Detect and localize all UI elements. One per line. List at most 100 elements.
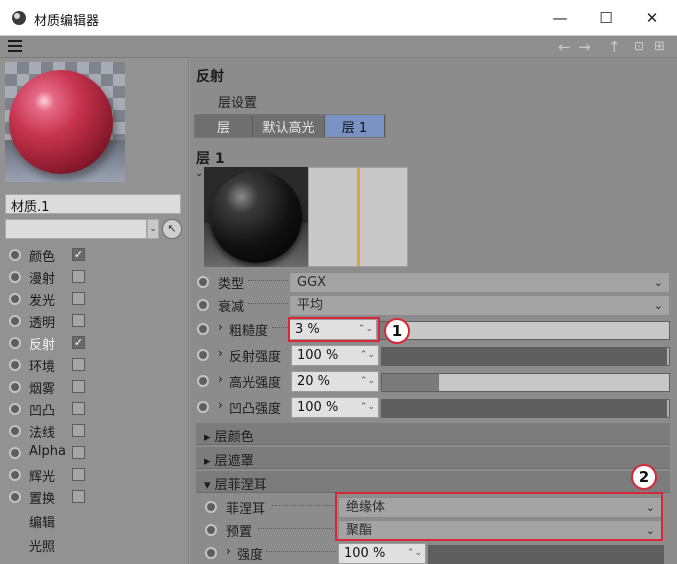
spinner-icon[interactable]: ⌃⌄: [360, 398, 375, 417]
slider-fill: [382, 400, 669, 417]
reflection-strength-input[interactable]: 100 % ⌃⌄: [291, 345, 379, 366]
channel-transparency[interactable]: 透明: [0, 310, 189, 332]
channel-label: 发光: [29, 294, 56, 309]
pick-cursor-icon[interactable]: ↖: [162, 219, 182, 239]
radio-icon[interactable]: [205, 524, 217, 536]
sidebar-item-lighting[interactable]: 光照: [29, 536, 55, 555]
material-name-field[interactable]: 材质.1: [5, 194, 181, 215]
close-button[interactable]: ✕: [629, 0, 675, 36]
bump-strength-input[interactable]: 100 % ⌃⌄: [291, 397, 379, 418]
checkbox-diffuse[interactable]: [72, 270, 85, 283]
checkbox-transparency[interactable]: [72, 314, 85, 327]
radio-icon[interactable]: [197, 375, 209, 387]
channel-fog[interactable]: 烟雾: [0, 376, 189, 398]
channel-label: Alpha: [29, 444, 66, 459]
main-panel: 反射 层设置 层 默认高光 层 1 层 1 ⌄ 类型 GGX ⌄ 衰减 平均 ⌄…: [190, 58, 677, 564]
channel-displacement[interactable]: 置换: [0, 486, 189, 508]
attenuation-dropdown[interactable]: 平均 ⌄: [289, 295, 670, 316]
layer-preview-sphere: [210, 171, 302, 263]
bump-strength-slider[interactable]: [381, 399, 670, 418]
channel-color[interactable]: 颜色 ✓: [0, 244, 189, 266]
group-label: ▾ 层菲涅耳: [204, 478, 267, 493]
chevron-right-icon[interactable]: ›: [218, 320, 223, 334]
hamburger-menu-icon[interactable]: [8, 40, 22, 52]
layer-preview[interactable]: [204, 167, 308, 267]
sidebar-item-edit[interactable]: 编辑: [29, 512, 55, 531]
group-label: ▸ 层颜色: [204, 430, 254, 445]
combo-field[interactable]: [5, 219, 147, 239]
channel-label: 凹凸: [29, 404, 56, 419]
lock-icon[interactable]: ⊡: [634, 39, 644, 53]
material-preview[interactable]: [5, 62, 125, 182]
type-dropdown[interactable]: GGX ⌄: [289, 272, 670, 293]
slider-knob[interactable]: [667, 400, 669, 417]
sidebar: 材质.1 ⌄ ↖ 颜色 ✓ 漫射 发光 透明 反射 ✓ 环境 烟雾 凹凸 法线 …: [0, 58, 189, 564]
up-arrow-icon[interactable]: ↑: [608, 38, 621, 56]
chevron-right-icon[interactable]: ›: [218, 346, 223, 360]
radio-icon[interactable]: [197, 276, 209, 288]
new-window-icon[interactable]: ⊞: [654, 39, 665, 54]
channel-reflectance[interactable]: 反射 ✓: [0, 332, 189, 354]
specular-strength-input[interactable]: 20 % ⌃⌄: [291, 371, 379, 392]
fresnel-strength-slider[interactable]: [428, 545, 664, 564]
radio-icon[interactable]: [205, 547, 217, 559]
channel-alpha[interactable]: Alpha: [0, 442, 189, 464]
radio-icon: [9, 359, 21, 371]
group-layer-color[interactable]: ▸ 层颜色: [196, 423, 670, 445]
checkbox-fog[interactable]: [72, 380, 85, 393]
chevron-down-icon[interactable]: ⌄: [147, 219, 159, 239]
channel-diffuse[interactable]: 漫射: [0, 266, 189, 288]
checkbox-bump[interactable]: [72, 402, 85, 415]
group-layer-fresnel[interactable]: ▾ 层菲涅耳: [196, 471, 670, 493]
spinner-icon[interactable]: ⌃⌄: [360, 372, 375, 391]
radio-icon: [9, 381, 21, 393]
chevron-right-icon[interactable]: ›: [218, 372, 223, 386]
radio-icon: [9, 337, 21, 349]
channel-environment[interactable]: 环境: [0, 354, 189, 376]
fresnel-strength-value: 100 %: [344, 546, 386, 561]
checkbox-alpha[interactable]: [72, 446, 85, 459]
back-arrow-icon[interactable]: ←: [558, 38, 571, 56]
checkbox-luminance[interactable]: [72, 292, 85, 305]
radio-icon[interactable]: [197, 323, 209, 335]
app-icon: [12, 11, 26, 25]
slider-knob[interactable]: [667, 348, 669, 365]
channel-luminance[interactable]: 发光: [0, 288, 189, 310]
checkbox-reflectance[interactable]: ✓: [72, 336, 85, 349]
radio-icon[interactable]: [197, 401, 209, 413]
radio-icon: [9, 271, 21, 283]
channel-label: 反射: [29, 338, 56, 353]
checkbox-environment[interactable]: [72, 358, 85, 371]
minimize-button[interactable]: —: [537, 0, 583, 36]
checkbox-displacement[interactable]: [72, 490, 85, 503]
reflection-strength-slider[interactable]: [381, 347, 670, 366]
spinner-icon[interactable]: ⌃⌄: [407, 544, 422, 563]
callout-badge-1: 1: [384, 318, 410, 344]
spinner-icon[interactable]: ⌃⌄: [360, 346, 375, 365]
radio-icon[interactable]: [197, 299, 209, 311]
radio-icon[interactable]: [197, 349, 209, 361]
channel-bump[interactable]: 凹凸: [0, 398, 189, 420]
forward-arrow-icon[interactable]: →: [578, 38, 591, 56]
chevron-right-icon[interactable]: ›: [226, 544, 231, 558]
group-label: ▸ 层遮罩: [204, 454, 254, 469]
specular-strength-slider[interactable]: [381, 373, 670, 392]
checkbox-glow[interactable]: [72, 468, 85, 481]
maximize-button[interactable]: ☐: [583, 0, 629, 36]
channel-normal[interactable]: 法线: [0, 420, 189, 442]
fresnel-strength-input[interactable]: 100 % ⌃⌄: [338, 543, 426, 564]
checkbox-normal[interactable]: [72, 424, 85, 437]
chevron-right-icon[interactable]: ›: [218, 398, 223, 412]
channel-glow[interactable]: 辉光: [0, 464, 189, 486]
radio-icon[interactable]: [205, 501, 217, 513]
section-title: 反射: [196, 69, 224, 85]
toolbar: ← → ↑ ⊡ ⊞: [0, 36, 677, 58]
tab-default-specular[interactable]: 默认高光: [253, 115, 325, 137]
checkbox-color[interactable]: ✓: [72, 248, 85, 261]
tab-layers[interactable]: 层: [195, 115, 253, 137]
tab-layer-1[interactable]: 层 1: [325, 115, 385, 137]
layer-settings-label: 层设置: [218, 96, 258, 111]
group-layer-mask[interactable]: ▸ 层遮罩: [196, 447, 670, 469]
roughness-slider[interactable]: [379, 321, 670, 340]
chevron-down-icon[interactable]: ⌄: [195, 168, 203, 179]
